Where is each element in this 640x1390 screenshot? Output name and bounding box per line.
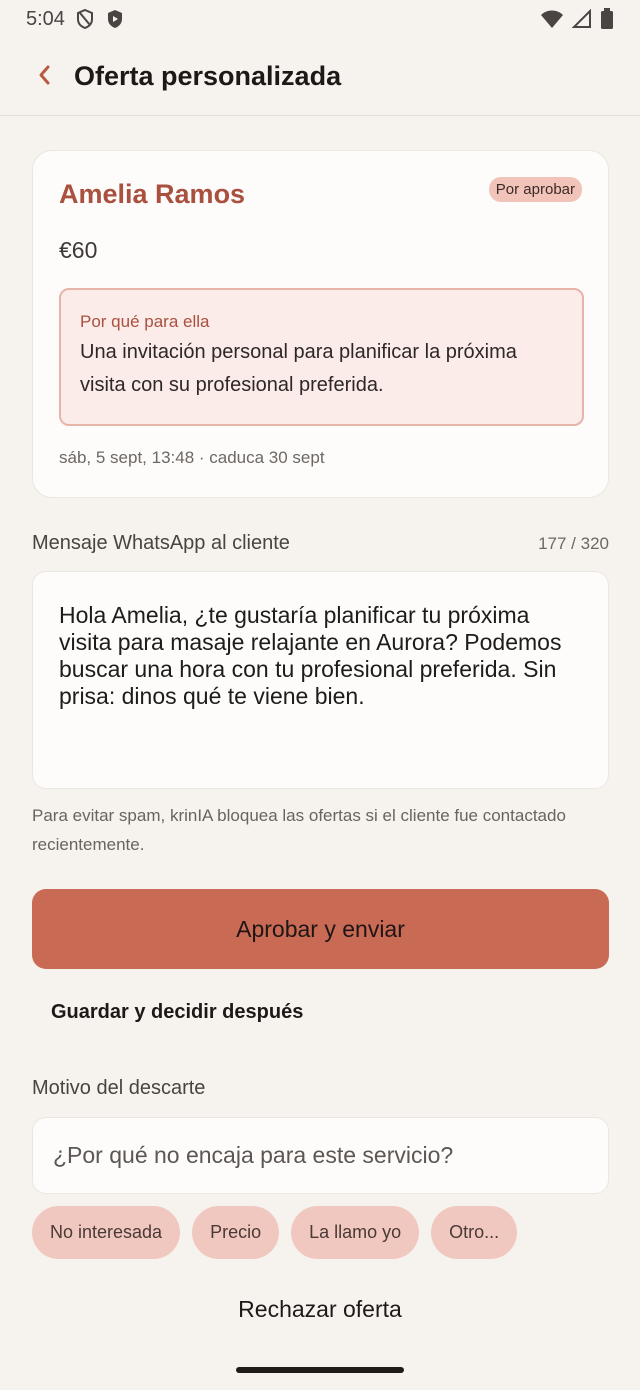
status-bar: 5:04 bbox=[0, 0, 640, 38]
signal-icon bbox=[572, 9, 592, 29]
chip-la-llamo-yo[interactable]: La llamo yo bbox=[291, 1206, 420, 1259]
reason-text: Una invitación personal para planificar … bbox=[80, 341, 517, 396]
battery-icon bbox=[600, 8, 614, 30]
offer-card: Amelia Ramos Por aprobar €60 Por qué par… bbox=[32, 150, 609, 498]
message-label: Mensaje WhatsApp al cliente bbox=[32, 532, 290, 554]
discard-reason-input[interactable]: ¿Por qué no encaja para este servicio? bbox=[32, 1117, 609, 1194]
chevron-left-icon bbox=[37, 60, 51, 94]
shield-outline-icon bbox=[75, 8, 95, 30]
reject-offer-button[interactable]: Rechazar oferta bbox=[0, 1296, 640, 1323]
page-title: Oferta personalizada bbox=[74, 61, 342, 91]
back-button[interactable] bbox=[0, 38, 70, 116]
shield-filled-icon bbox=[105, 8, 125, 30]
offer-price: €60 bbox=[59, 237, 98, 263]
approve-send-button[interactable]: Aprobar y enviar bbox=[32, 889, 609, 969]
reason-title: Por qué para ella bbox=[80, 312, 210, 331]
app-bar: Oferta personalizada bbox=[0, 38, 640, 116]
save-decide-later-button[interactable]: Guardar y decidir después bbox=[51, 1001, 303, 1024]
status-badge: Por aprobar bbox=[488, 177, 582, 202]
home-indicator[interactable] bbox=[236, 1367, 404, 1373]
chip-no-interesada[interactable]: No interesada bbox=[32, 1206, 181, 1259]
wifi-icon bbox=[540, 9, 564, 29]
discard-reason-label: Motivo del descarte bbox=[32, 1077, 206, 1099]
chip-precio[interactable]: Precio bbox=[192, 1206, 280, 1259]
discard-reason-chips: No interesada Precio La llamo yo Otro... bbox=[32, 1206, 518, 1259]
chip-otro[interactable]: Otro... bbox=[431, 1206, 518, 1259]
client-name: Amelia Ramos bbox=[59, 179, 246, 209]
message-textarea[interactable]: Hola Amelia, ¿te gustaría planificar tu … bbox=[32, 571, 609, 789]
offer-meta: sáb, 5 sept, 13:48 · caduca 30 sept bbox=[59, 448, 325, 467]
spam-note: Para evitar spam, krinIA bloquea las ofe… bbox=[32, 806, 566, 854]
reason-box: Por qué para ella Una invitación persona… bbox=[59, 288, 584, 426]
character-counter: 177 / 320 bbox=[538, 534, 609, 553]
status-time: 5:04 bbox=[26, 7, 65, 30]
